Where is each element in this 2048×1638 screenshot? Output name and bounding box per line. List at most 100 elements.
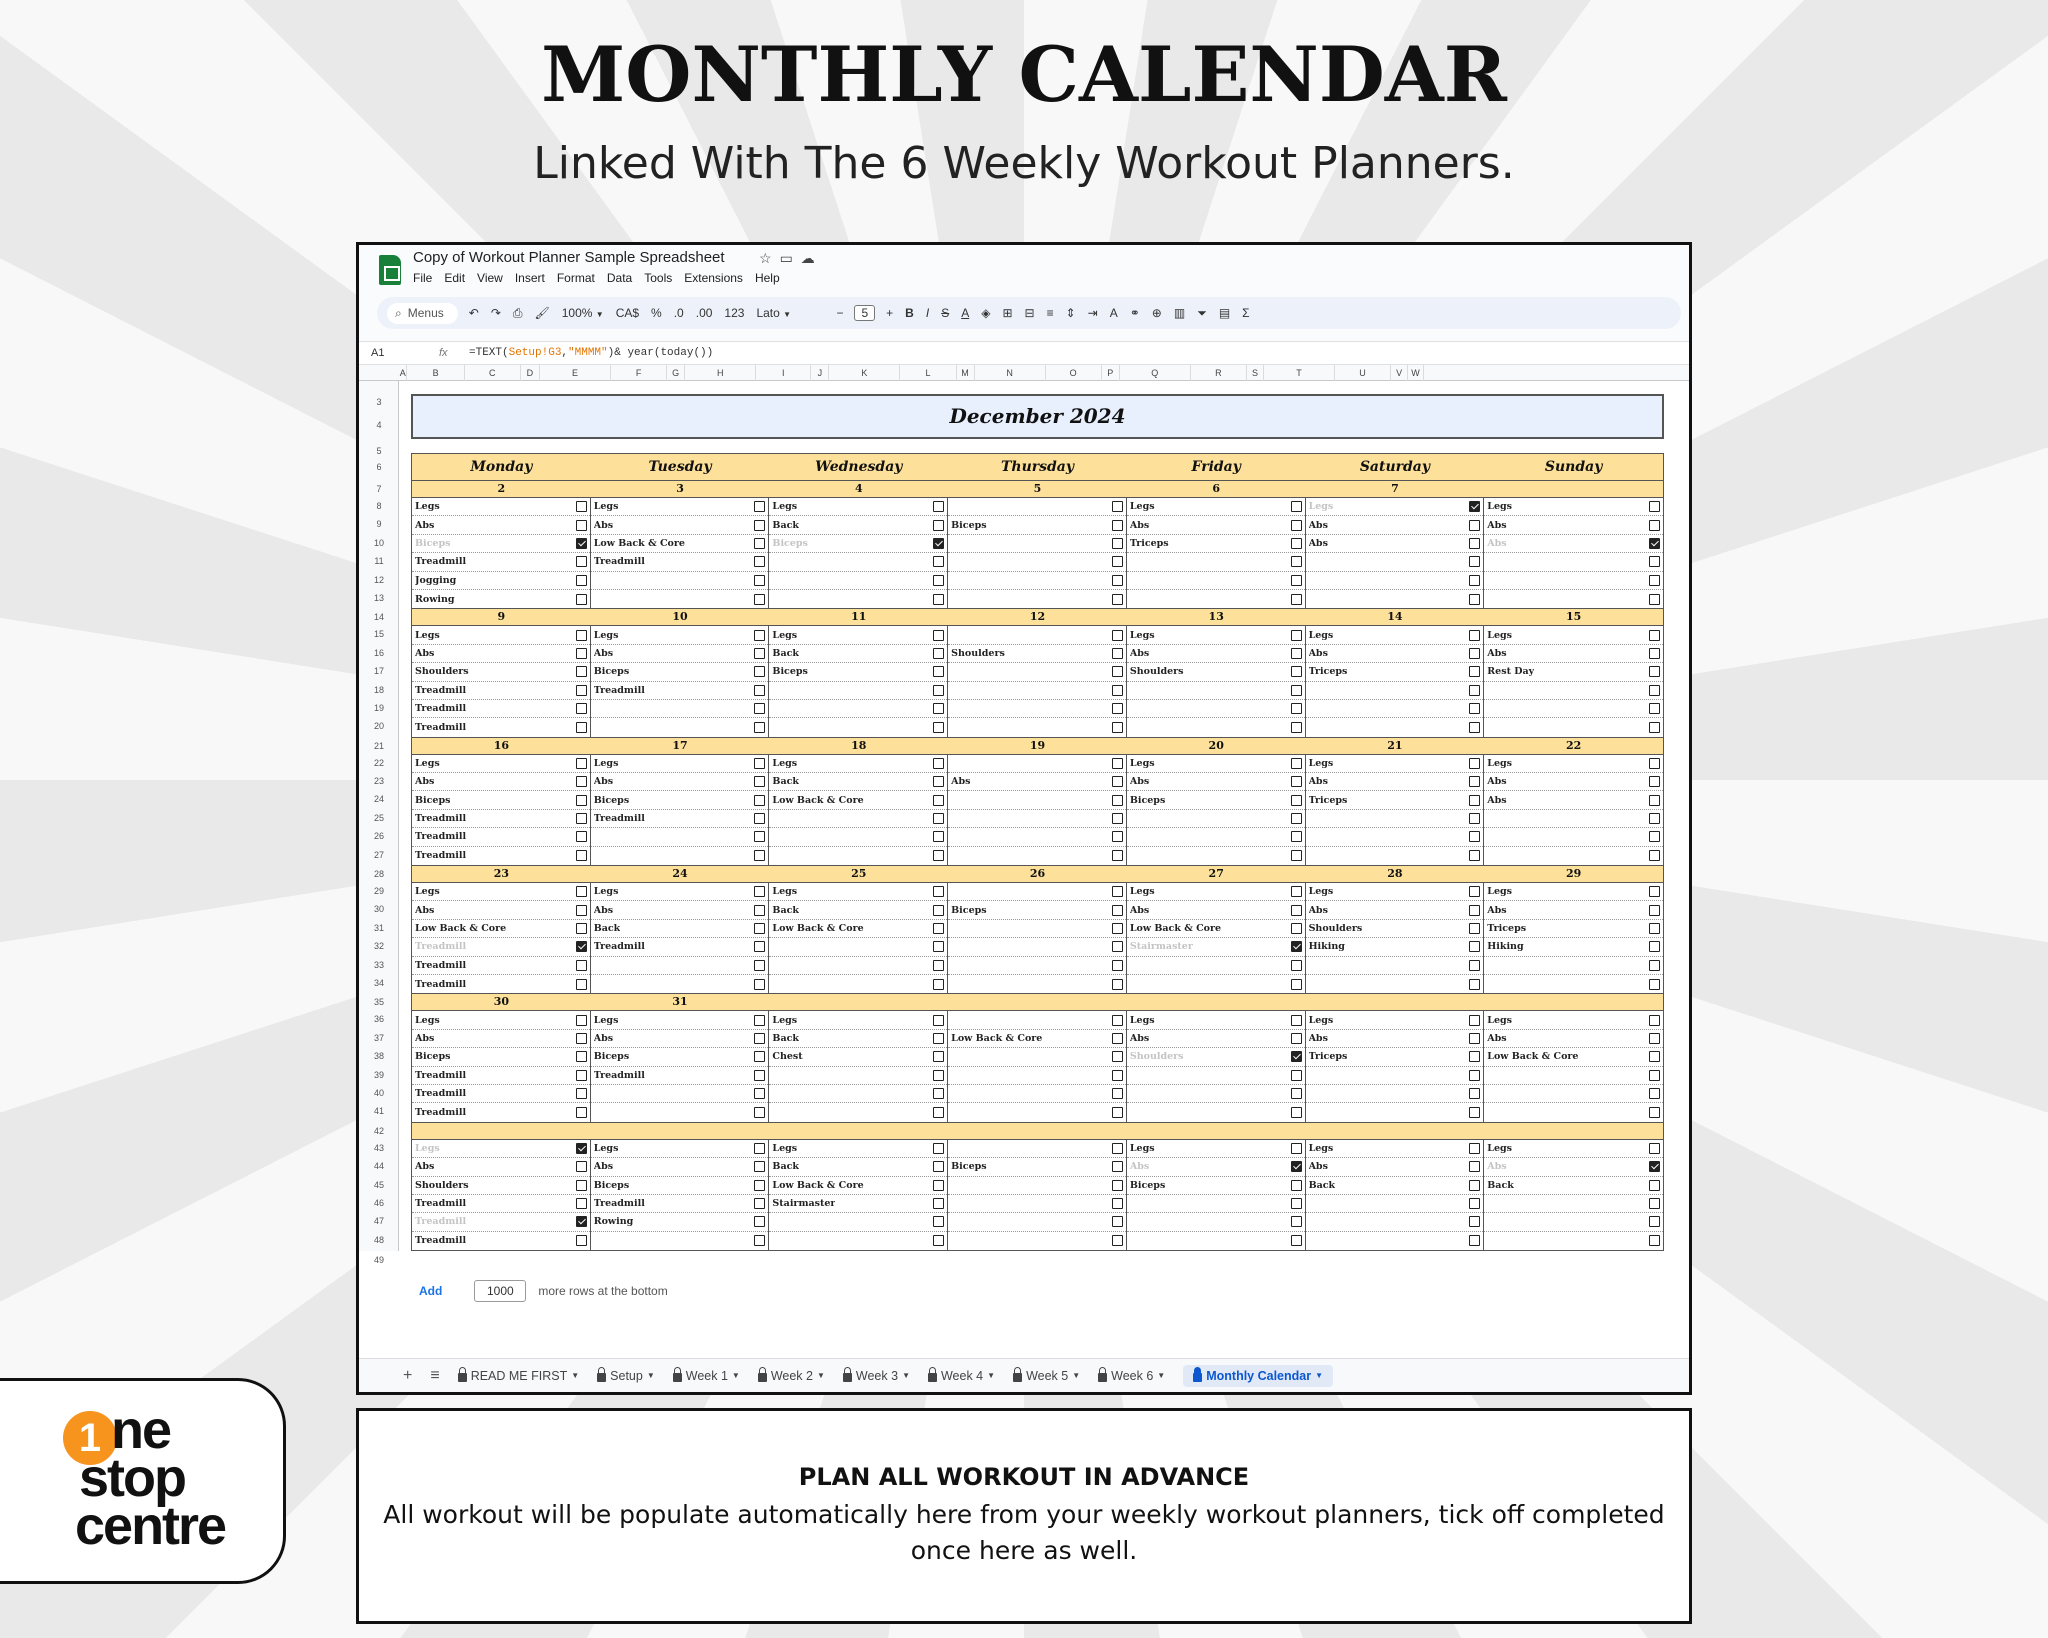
row-number[interactable]: 19	[359, 703, 399, 713]
completed-checkbox[interactable]	[1290, 1161, 1302, 1173]
column-header-f[interactable]: F	[611, 365, 668, 381]
completed-checkbox[interactable]	[754, 1161, 766, 1173]
italic-icon[interactable]: I	[925, 306, 930, 320]
completed-checkbox[interactable]	[1469, 1051, 1481, 1063]
completed-checkbox[interactable]	[754, 721, 766, 733]
insert-comment-icon[interactable]: ⊕	[1151, 306, 1163, 320]
completed-checkbox[interactable]	[575, 593, 587, 605]
completed-checkbox[interactable]	[575, 1107, 587, 1119]
merge-cells-icon[interactable]: ⊟	[1024, 306, 1036, 320]
row-number[interactable]: 5	[359, 446, 399, 456]
completed-checkbox[interactable]	[1290, 684, 1302, 696]
completed-checkbox[interactable]	[1111, 519, 1123, 531]
font-size-input[interactable]: 5	[854, 305, 876, 321]
chevron-down-icon[interactable]: ▼	[1157, 1371, 1165, 1380]
completed-checkbox[interactable]	[1290, 850, 1302, 862]
completed-checkbox[interactable]	[1111, 959, 1123, 971]
completed-checkbox[interactable]	[1111, 1088, 1123, 1100]
completed-checkbox[interactable]	[575, 1198, 587, 1210]
decrease-decimal-button[interactable]: .0	[673, 306, 685, 320]
completed-checkbox[interactable]	[1648, 1032, 1660, 1044]
completed-checkbox[interactable]	[1469, 721, 1481, 733]
completed-checkbox[interactable]	[1290, 1014, 1302, 1026]
completed-checkbox[interactable]	[933, 1107, 945, 1119]
completed-checkbox[interactable]	[1648, 501, 1660, 513]
row-number[interactable]: 23	[359, 776, 399, 786]
completed-checkbox[interactable]	[933, 757, 945, 769]
text-wrap-icon[interactable]: ⇥	[1087, 306, 1099, 320]
row-number[interactable]: 40	[359, 1088, 399, 1098]
completed-checkbox[interactable]	[1469, 959, 1481, 971]
row-number[interactable]: 31	[359, 923, 399, 933]
completed-checkbox[interactable]	[575, 1069, 587, 1081]
row-number[interactable]: 15	[359, 629, 399, 639]
completed-checkbox[interactable]	[933, 1088, 945, 1100]
chevron-down-icon[interactable]: ▼	[647, 1371, 655, 1380]
completed-checkbox[interactable]	[1648, 1235, 1660, 1247]
functions-icon[interactable]: Σ	[1241, 306, 1250, 320]
percent-format-button[interactable]: %	[650, 306, 663, 320]
tab-week-2[interactable]: Week 2 ▼	[757, 1367, 825, 1383]
completed-checkbox[interactable]	[1290, 574, 1302, 586]
completed-checkbox[interactable]	[933, 1142, 945, 1154]
name-box[interactable]: A1	[359, 347, 439, 359]
completed-checkbox[interactable]	[1469, 813, 1481, 825]
row-number[interactable]: 35	[359, 997, 399, 1007]
row-number[interactable]: 16	[359, 648, 399, 658]
completed-checkbox[interactable]	[1290, 1142, 1302, 1154]
completed-checkbox[interactable]	[754, 813, 766, 825]
column-header-j[interactable]: J	[811, 365, 830, 381]
row-number[interactable]: 26	[359, 831, 399, 841]
row-number[interactable]: 28	[359, 869, 399, 879]
currency-format-button[interactable]: CA$	[615, 306, 640, 320]
row-number[interactable]: 7	[359, 484, 399, 494]
row-number[interactable]: 20	[359, 721, 399, 731]
completed-checkbox[interactable]	[1469, 1161, 1481, 1173]
completed-checkbox[interactable]	[1469, 1216, 1481, 1228]
completed-checkbox[interactable]	[1111, 757, 1123, 769]
completed-checkbox[interactable]	[575, 959, 587, 971]
completed-checkbox[interactable]	[1111, 593, 1123, 605]
completed-checkbox[interactable]	[575, 703, 587, 715]
print-icon[interactable]: ⎙	[512, 306, 524, 321]
completed-checkbox[interactable]	[754, 703, 766, 715]
completed-checkbox[interactable]	[1111, 1235, 1123, 1247]
completed-checkbox[interactable]	[754, 1179, 766, 1191]
completed-checkbox[interactable]	[1469, 978, 1481, 990]
menu-search[interactable]: ⌕ Menus	[387, 302, 458, 324]
chevron-down-icon[interactable]: ▼	[732, 1371, 740, 1380]
completed-checkbox[interactable]	[575, 1161, 587, 1173]
completed-checkbox[interactable]	[1648, 574, 1660, 586]
completed-checkbox[interactable]	[1111, 1051, 1123, 1063]
column-header-t[interactable]: T	[1264, 365, 1335, 381]
completed-checkbox[interactable]	[754, 831, 766, 843]
completed-checkbox[interactable]	[575, 813, 587, 825]
row-number[interactable]: 44	[359, 1161, 399, 1171]
completed-checkbox[interactable]	[1290, 519, 1302, 531]
completed-checkbox[interactable]	[1469, 757, 1481, 769]
completed-checkbox[interactable]	[933, 501, 945, 513]
bold-icon[interactable]: B	[904, 306, 915, 320]
add-rows-button[interactable]: Add	[419, 1284, 462, 1298]
completed-checkbox[interactable]	[1648, 1051, 1660, 1063]
column-header-g[interactable]: G	[667, 365, 686, 381]
completed-checkbox[interactable]	[754, 886, 766, 898]
completed-checkbox[interactable]	[1469, 1235, 1481, 1247]
column-header-u[interactable]: U	[1335, 365, 1392, 381]
completed-checkbox[interactable]	[933, 1051, 945, 1063]
column-header-e[interactable]: E	[540, 365, 611, 381]
completed-checkbox[interactable]	[1290, 1051, 1302, 1063]
completed-checkbox[interactable]	[933, 1235, 945, 1247]
completed-checkbox[interactable]	[1469, 537, 1481, 549]
column-header-k[interactable]: K	[829, 365, 901, 381]
completed-checkbox[interactable]	[1290, 537, 1302, 549]
completed-checkbox[interactable]	[754, 757, 766, 769]
rows-count-input[interactable]: 1000	[474, 1280, 527, 1302]
horizontal-align-icon[interactable]: ≡	[1046, 306, 1055, 320]
completed-checkbox[interactable]	[754, 519, 766, 531]
row-number[interactable]: 34	[359, 978, 399, 988]
completed-checkbox[interactable]	[1648, 886, 1660, 898]
column-header-v[interactable]: V	[1391, 365, 1409, 381]
completed-checkbox[interactable]	[933, 1216, 945, 1228]
completed-checkbox[interactable]	[1111, 978, 1123, 990]
